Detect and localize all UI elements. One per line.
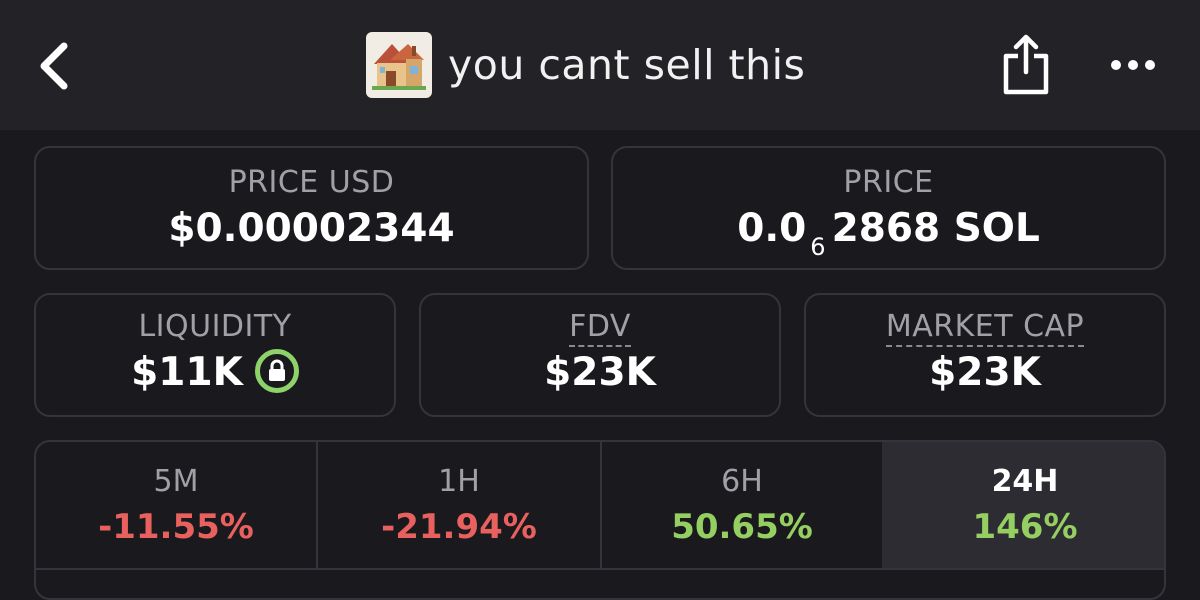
tab-24h-label: 24H [991,464,1059,499]
price-sol-suffix: 2868 SOL [831,206,1040,251]
market-cap-label: MARKET CAP [885,309,1085,347]
tab-24h-change: 146% [972,507,1078,547]
liquidity-value-row: $11K [36,348,394,397]
back-button[interactable] [30,38,80,94]
token-title: you cant sell this [366,32,805,98]
fdv-value: $23K [544,350,656,395]
price-sol-prefix: 0.0 [737,206,807,251]
price-sol-value: 0.0 6 2868 SOL [613,206,1164,261]
token-name: you cant sell this [448,41,806,89]
price-sol-card: PRICE 0.0 6 2868 SOL [611,146,1166,270]
divider [36,568,1164,570]
price-usd-label: PRICE USD [228,165,395,200]
price-sol-label: PRICE [843,165,934,200]
tab-1h[interactable]: 1H -21.94% [318,442,600,568]
lock-icon [268,359,285,381]
tab-24h[interactable]: 24H 146% [882,442,1164,568]
share-icon [1003,34,1049,95]
tab-1h-change: -21.94% [381,507,537,547]
tab-6h-label: 6H [721,464,763,499]
fdv-card[interactable]: FDV $23K [419,293,781,417]
liquidity-lock-badge[interactable] [254,348,299,393]
liquidity-label: LIQUIDITY [138,309,292,344]
liquidity-value: $11K [131,350,243,395]
tab-6h[interactable]: 6H 50.65% [602,442,882,568]
price-usd-card: PRICE USD $0.00002344 [34,146,589,270]
tab-5m-label: 5M [153,464,199,499]
more-horizontal-icon [1111,60,1155,70]
timeframe-change-panel: 5M -11.55% 1H -21.94% 6H 50.65% 24H 146% [34,440,1166,600]
price-sol-zero-count: 6 [810,233,826,261]
fdv-label: FDV [569,309,631,347]
tab-5m[interactable]: 5M -11.55% [36,442,316,568]
tab-5m-change: -11.55% [98,507,254,547]
price-usd-value: $0.00002344 [168,206,455,251]
share-button[interactable] [998,32,1054,98]
house-icon [372,44,426,90]
token-logo [366,32,432,98]
tab-1h-label: 1H [438,464,480,499]
liquidity-card: LIQUIDITY $11K [34,293,396,417]
top-bar: you cant sell this [0,0,1200,130]
chevron-left-icon [40,42,68,90]
more-options-button[interactable] [1104,50,1164,80]
market-cap-value: $23K [929,350,1041,395]
market-cap-card[interactable]: MARKET CAP $23K [804,293,1166,417]
tab-6h-change: 50.65% [671,507,813,547]
